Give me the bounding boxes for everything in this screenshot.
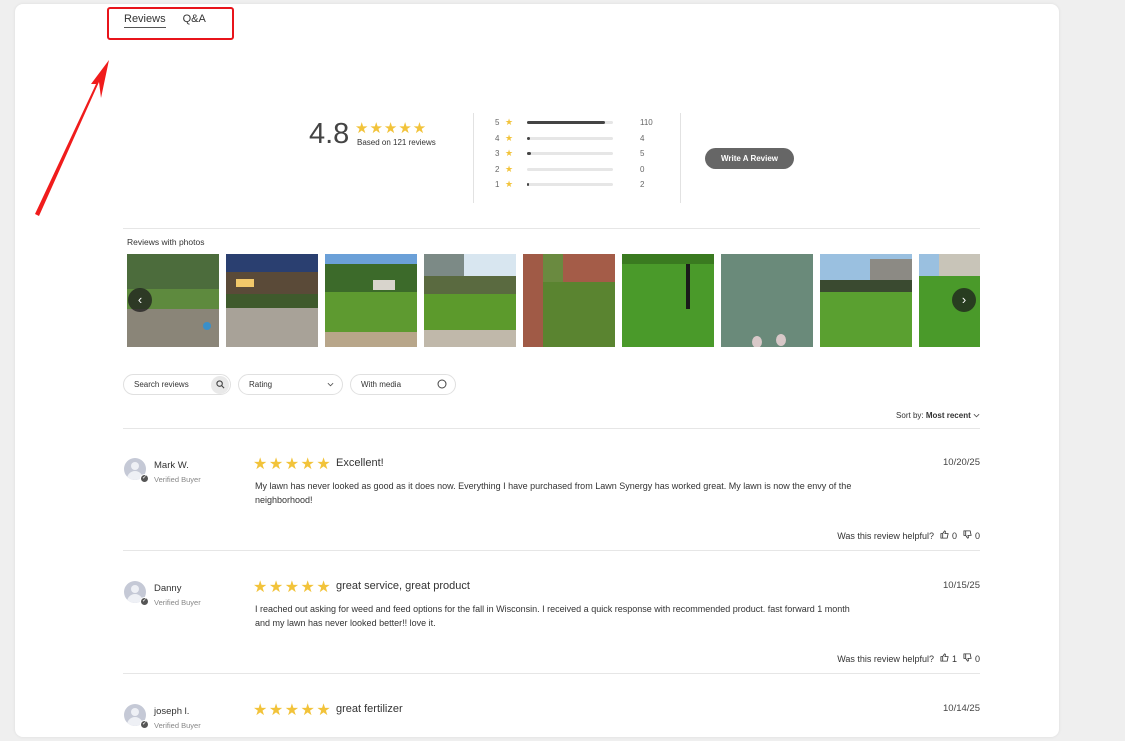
divider — [123, 428, 980, 429]
reviewer-name: joseph l. — [154, 706, 190, 717]
histogram-row[interactable]: 4 ★ 4 — [495, 131, 653, 147]
review-photo[interactable] — [622, 254, 714, 347]
with-media-toggle[interactable]: With media — [350, 374, 456, 395]
search-input[interactable]: Search reviews — [123, 374, 231, 395]
review-title: great service, great product — [336, 580, 470, 592]
chevron-down-icon — [973, 411, 980, 420]
histogram-track — [527, 183, 613, 187]
histogram-fill — [527, 136, 530, 140]
photos-section-label: Reviews with photos — [127, 237, 205, 247]
divider — [123, 673, 980, 674]
carousel-prev-button[interactable]: ‹ — [128, 288, 152, 312]
histogram-track — [527, 167, 613, 171]
divider — [123, 550, 980, 551]
histogram-row[interactable]: 5 ★ 110 — [495, 115, 653, 131]
histogram-row[interactable]: 2 ★ 0 — [495, 162, 653, 178]
rating-histogram: 5 ★ 110 4 ★ 4 3 ★ 5 2 ★ 0 1 ★ 2 — [495, 115, 653, 193]
review-stars: ★★★★★ — [253, 579, 333, 596]
helpful-label: Was this review helpful? — [837, 653, 934, 664]
helpful-down-count: 0 — [974, 653, 980, 664]
verified-badge: Verified Buyer — [154, 598, 201, 607]
based-on-count: Based on 121 reviews — [357, 138, 436, 147]
sort-value: Most recent — [925, 411, 971, 420]
helpful-votes: Was this review helpful? 1 0 — [837, 653, 980, 664]
histogram-fill — [527, 183, 530, 187]
review-photo[interactable] — [523, 254, 615, 347]
review-title: great fertilizer — [336, 703, 403, 715]
average-rating: 4.8 — [309, 118, 350, 150]
verified-badge: Verified Buyer — [154, 721, 201, 730]
review-date: 10/14/25 — [943, 703, 980, 714]
histogram-count: 4 — [640, 133, 645, 143]
carousel-next-button[interactable]: › — [952, 288, 976, 312]
helpful-up-count: 0 — [951, 530, 957, 541]
histogram-track — [527, 136, 613, 140]
helpful-down-count: 0 — [974, 530, 980, 541]
histogram-count: 110 — [640, 118, 653, 128]
photo-strip — [127, 254, 980, 347]
histogram-star-label: 1 — [495, 180, 500, 190]
review-stars: ★★★★★ — [253, 456, 333, 473]
sort-prefix: Sort by: — [896, 411, 924, 420]
review-date: 10/20/25 — [943, 457, 980, 468]
histogram-fill — [527, 121, 606, 125]
star-icon: ★ — [505, 117, 514, 128]
histogram-row[interactable]: 3 ★ 5 — [495, 146, 653, 162]
search-icon[interactable] — [211, 375, 229, 394]
histogram-star-label: 3 — [495, 149, 500, 159]
review-photo[interactable] — [820, 254, 912, 347]
radio-circle-icon — [437, 379, 447, 391]
reviews-widget: Reviews Q&A 4.8 ★★★★★ Based on 121 revie… — [15, 4, 1059, 737]
histogram-row[interactable]: 1 ★ 2 — [495, 177, 653, 193]
helpful-votes: Was this review helpful? 0 0 — [837, 530, 980, 541]
verified-badge: Verified Buyer — [154, 475, 201, 484]
histogram-count: 0 — [640, 164, 645, 174]
thumbs-up-icon[interactable] — [940, 653, 949, 664]
review-photo[interactable] — [226, 254, 318, 347]
histogram-fill — [527, 152, 531, 156]
review-body: My lawn has never looked as good as it d… — [255, 481, 852, 505]
write-review-button[interactable]: Write A Review — [705, 148, 794, 169]
helpful-up-count: 1 — [951, 653, 957, 664]
divider — [473, 113, 474, 203]
thumbs-down-icon[interactable] — [963, 653, 972, 664]
thumbs-down-icon[interactable] — [963, 530, 972, 541]
with-media-label: With media — [361, 380, 402, 389]
average-stars: ★★★★★ — [355, 120, 428, 137]
histogram-track — [527, 152, 613, 156]
verified-check-icon: ✓ — [140, 597, 149, 606]
sort-dropdown[interactable]: Sort by: Most recent — [896, 411, 980, 420]
red-arrow-annotation — [35, 60, 109, 216]
histogram-star-label: 5 — [495, 118, 500, 128]
divider — [680, 113, 681, 203]
star-icon: ★ — [505, 163, 514, 174]
star-icon: ★ — [505, 148, 514, 159]
verified-check-icon: ✓ — [140, 720, 149, 729]
verified-check-icon: ✓ — [140, 474, 149, 483]
histogram-count: 2 — [640, 180, 645, 190]
search-placeholder: Search reviews — [134, 380, 189, 389]
histogram-star-label: 4 — [495, 133, 500, 143]
histogram-star-label: 2 — [495, 164, 500, 174]
star-icon: ★ — [505, 179, 514, 190]
review-body: I reached out asking for weed and feed o… — [255, 604, 850, 628]
star-icon: ★ — [505, 132, 514, 143]
divider — [123, 228, 980, 229]
review-title: Excellent! — [336, 457, 384, 469]
rating-select[interactable]: Rating — [238, 374, 343, 395]
reviewer-name: Mark W. — [154, 460, 189, 471]
histogram-count: 5 — [640, 149, 645, 159]
reviewer-name: Danny — [154, 583, 182, 594]
helpful-label: Was this review helpful? — [837, 530, 934, 541]
review-stars: ★★★★★ — [253, 702, 333, 719]
highlight-annotation-box — [107, 7, 234, 40]
review-photo[interactable] — [325, 254, 417, 347]
chevron-down-icon — [327, 380, 334, 389]
review-photo[interactable] — [721, 254, 813, 347]
rating-label: Rating — [249, 380, 273, 389]
review-photo[interactable] — [424, 254, 516, 347]
histogram-track — [527, 121, 613, 125]
thumbs-up-icon[interactable] — [940, 530, 949, 541]
review-date: 10/15/25 — [943, 580, 980, 591]
